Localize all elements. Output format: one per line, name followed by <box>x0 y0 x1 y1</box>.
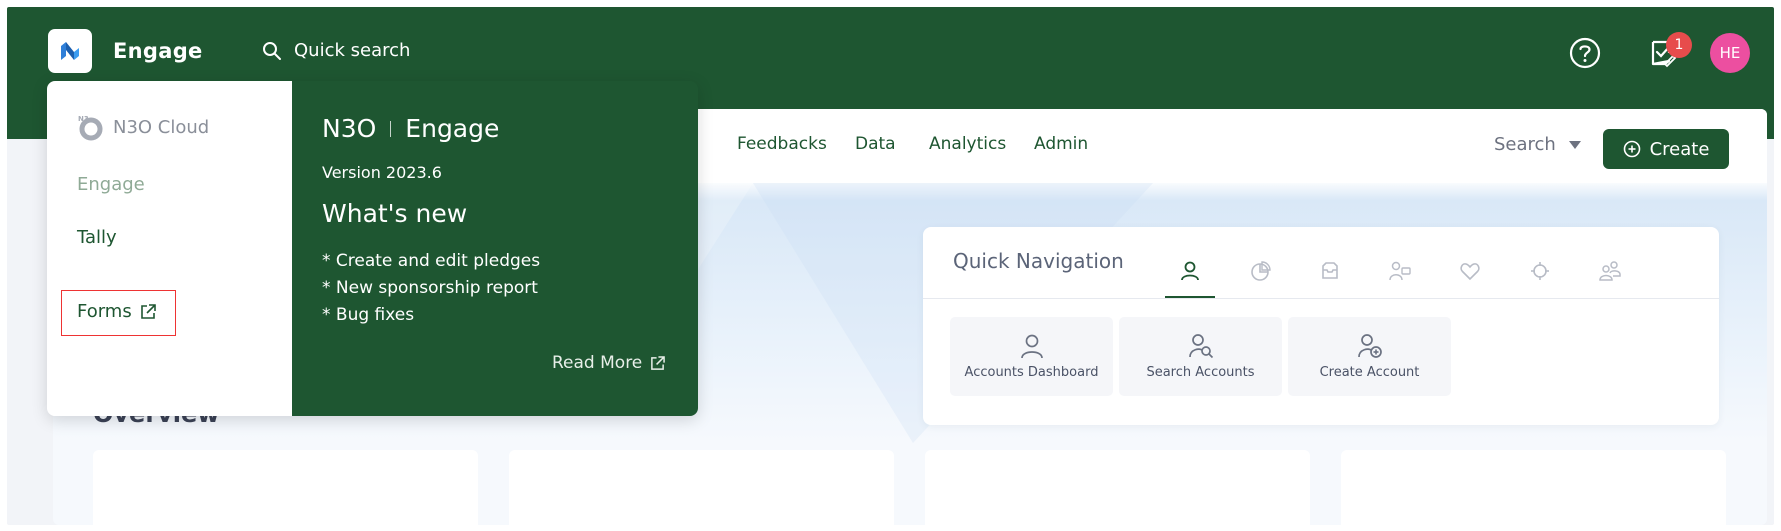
accounts-dashboard-tile[interactable]: Accounts Dashboard <box>950 317 1113 396</box>
read-more-label: Read More <box>552 353 643 373</box>
create-button[interactable]: Create <box>1603 129 1729 169</box>
n3o-cloud-logo-icon: N3 <box>78 115 103 141</box>
user-avatar[interactable]: HE <box>1710 33 1750 73</box>
app-logo-button[interactable] <box>48 29 92 73</box>
nav-item-data[interactable]: Data <box>855 134 896 154</box>
whats-new-title: What's new <box>322 199 468 228</box>
quick-search[interactable]: Quick search <box>262 40 410 61</box>
person-add-icon <box>1357 334 1382 358</box>
forms-label: Forms <box>77 301 132 322</box>
tabs-divider <box>923 298 1719 299</box>
whats-new-panel: N3O Engage Version 2023.6 What's new * C… <box>292 81 698 416</box>
external-link-icon <box>651 355 666 370</box>
n3o-cloud-header: N3 N3O Cloud <box>77 113 209 141</box>
brand-name: N3O <box>322 114 377 143</box>
whats-new-item: * Bug fixes <box>322 305 415 325</box>
create-button-label: Create <box>1649 138 1710 160</box>
whats-new-item: * New sponsorship report <box>322 278 538 298</box>
quick-navigation-title: Quick Navigation <box>953 249 1124 273</box>
plus-circle-icon <box>1623 140 1640 158</box>
whats-new-item: * Create and edit pledges <box>322 251 541 271</box>
version-label: Version 2023.6 <box>322 163 442 182</box>
inbox-icon <box>1322 262 1338 279</box>
qn-tab-donations[interactable] <box>1452 253 1488 289</box>
nav-item-feedbacks[interactable]: Feedbacks <box>737 134 827 154</box>
tile-label: Create Account <box>1319 365 1420 380</box>
app-switcher-dropdown: N3 N3O Cloud Engage Tally Forms N3O Enga… <box>47 81 698 416</box>
nav-search-label: Search <box>1494 134 1556 155</box>
qn-tab-targets[interactable] <box>1522 253 1558 289</box>
nav-item-analytics[interactable]: Analytics <box>929 134 1006 154</box>
help-icon <box>1569 37 1601 69</box>
n3o-logo-icon <box>61 42 79 60</box>
n3o-cloud-label: N3O Cloud <box>113 116 210 138</box>
qn-tab-feedbacks[interactable] <box>1382 253 1418 289</box>
crosshair-icon <box>1531 262 1549 280</box>
notification-badge: 1 <box>1666 32 1692 58</box>
overview-card <box>509 450 894 525</box>
product-name: Engage <box>405 114 500 143</box>
app-link-tally[interactable]: Tally <box>77 227 117 248</box>
person-icon <box>1181 261 1199 281</box>
nav-search-dropdown[interactable]: Search <box>1494 134 1582 155</box>
search-icon <box>263 41 281 60</box>
people-icon <box>1599 261 1621 281</box>
svg-text:N3: N3 <box>78 115 89 123</box>
read-more-link[interactable]: Read More <box>552 353 666 373</box>
app-link-engage[interactable]: Engage <box>77 174 145 195</box>
search-accounts-tile[interactable]: Search Accounts <box>1119 317 1282 396</box>
person-icon <box>1020 334 1043 359</box>
caret-down-icon <box>1568 140 1581 149</box>
overview-card <box>93 450 478 525</box>
overview-card <box>1341 450 1726 525</box>
create-account-tile[interactable]: Create Account <box>1288 317 1451 396</box>
app-switcher-list: N3 N3O Cloud Engage Tally Forms <box>47 81 292 416</box>
qn-tab-groups[interactable] <box>1592 253 1628 289</box>
product-heading: N3O Engage <box>322 114 499 143</box>
tile-label: Search Accounts <box>1146 365 1255 380</box>
app-window: Engage Quick search 1 HE ships Feedbacks… <box>7 7 1774 525</box>
qn-tab-inbox[interactable] <box>1312 253 1348 289</box>
quick-navigation-card: Quick Navigation Accounts Dashboard Sear… <box>923 227 1719 425</box>
help-button[interactable] <box>1565 33 1605 73</box>
person-chat-icon <box>1389 261 1411 281</box>
heart-icon <box>1460 263 1480 281</box>
overview-card <box>925 450 1310 525</box>
pie-chart-icon <box>1251 261 1271 281</box>
person-search-icon <box>1188 334 1213 359</box>
nav-item-admin[interactable]: Admin <box>1034 134 1088 154</box>
brand-separator <box>390 120 392 137</box>
qn-tab-analytics[interactable] <box>1242 253 1278 289</box>
app-link-forms[interactable]: Forms <box>77 301 156 322</box>
external-link-icon <box>140 303 156 319</box>
qn-tab-accounts[interactable] <box>1172 253 1208 289</box>
app-name: Engage <box>113 39 203 63</box>
quick-search-label: Quick search <box>294 40 411 61</box>
tile-label: Accounts Dashboard <box>964 365 1099 380</box>
